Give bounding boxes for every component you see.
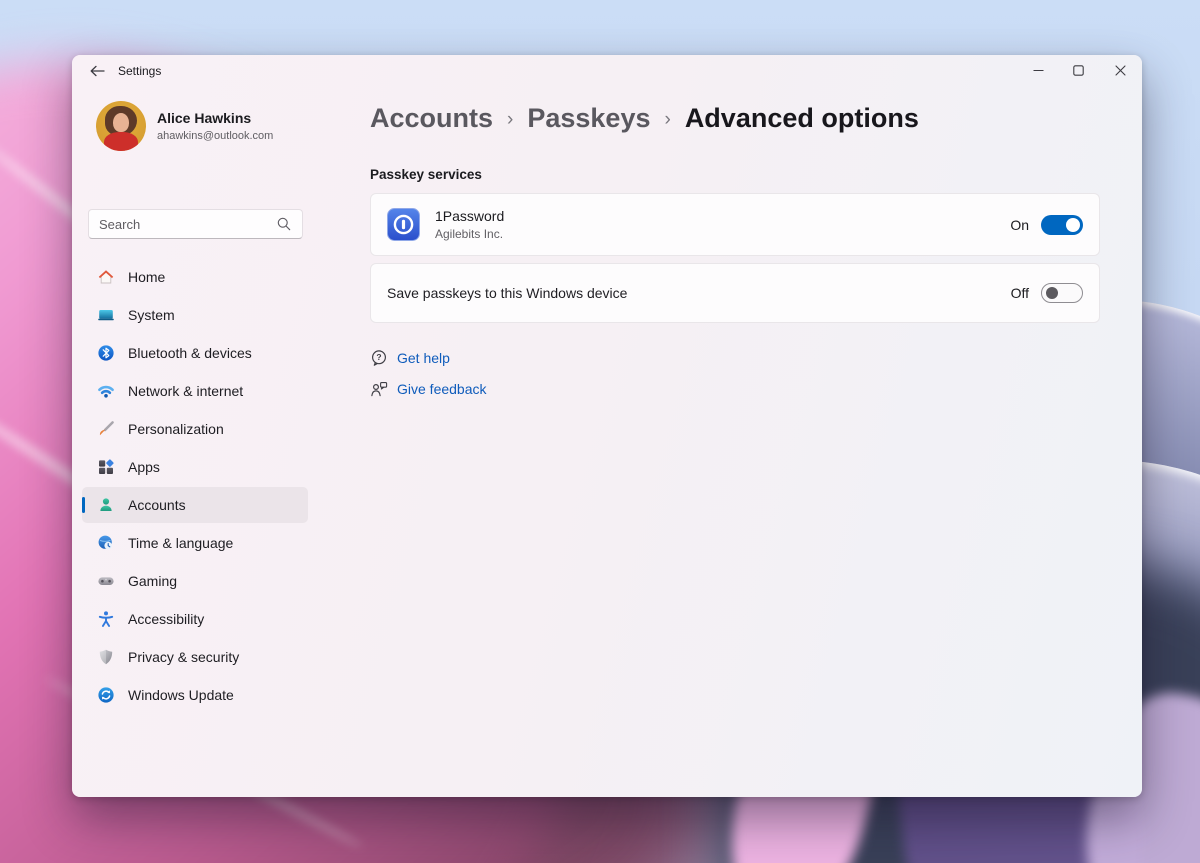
passkey-service-card: 1Password Agilebits Inc. On	[370, 193, 1100, 256]
toggle-state-label: Off	[1010, 285, 1029, 301]
sidebar-item-home[interactable]: Home	[82, 259, 308, 295]
sidebar-item-time-language[interactable]: Time & language	[82, 525, 308, 561]
sidebar-item-network-internet[interactable]: Network & internet	[82, 373, 308, 409]
sidebar-item-label: Time & language	[128, 535, 234, 551]
sidebar-item-bluetooth-devices[interactable]: Bluetooth & devices	[82, 335, 308, 371]
save-passkeys-label: Save passkeys to this Windows device	[387, 285, 628, 301]
window-title: Settings	[118, 64, 162, 78]
sidebar-nav: Home System Bluetooth & devices Network …	[82, 259, 308, 715]
breadcrumb-passkeys[interactable]: Passkeys	[527, 103, 650, 134]
app-publisher: Agilebits Inc.	[435, 227, 504, 241]
sidebar-item-apps[interactable]: Apps	[82, 449, 308, 485]
sidebar-item-privacy-security[interactable]: Privacy & security	[82, 639, 308, 675]
sidebar-item-system[interactable]: System	[82, 297, 308, 333]
network-icon	[98, 385, 114, 398]
breadcrumb-advanced-options: Advanced options	[684, 103, 919, 133]
search-box	[88, 209, 303, 239]
save-passkeys-toggle[interactable]	[1041, 283, 1083, 303]
user-profile[interactable]: Alice Hawkins ahawkins@outlook.com	[96, 101, 273, 151]
apps-icon	[99, 459, 114, 474]
user-email: ahawkins@outlook.com	[157, 130, 274, 142]
sidebar-item-windows-update[interactable]: Windows Update	[82, 677, 308, 713]
gaming-icon	[98, 577, 114, 585]
chevron-right-icon: ›	[664, 108, 671, 130]
settings-window: Settings Alice Hawkins ahawkins@outlook.…	[72, 55, 1142, 797]
give-feedback-label: Give feedback	[397, 381, 487, 397]
toggle-state-label: On	[1010, 216, 1029, 233]
breadcrumb: Accounts › Passkeys › Advanced options	[370, 103, 919, 134]
privacy-security-icon	[99, 649, 113, 665]
app-name: 1Password	[435, 208, 505, 224]
back-button[interactable]	[82, 59, 112, 83]
get-help-link[interactable]: ? Get help	[370, 346, 487, 370]
sidebar-item-label: Home	[128, 269, 166, 285]
user-name: Alice Hawkins	[157, 110, 252, 126]
give-feedback-link[interactable]: Give feedback	[370, 377, 487, 401]
bluetooth-icon	[98, 345, 114, 361]
breadcrumb-accounts[interactable]: Accounts	[370, 103, 493, 134]
accounts-icon	[100, 498, 112, 511]
sidebar-item-label: System	[128, 307, 175, 323]
sidebar: Alice Hawkins ahawkins@outlook.com Home	[72, 87, 310, 797]
toggle-knob	[1046, 287, 1058, 299]
system-icon	[98, 310, 114, 321]
sidebar-item-accessibility[interactable]: Accessibility	[82, 601, 308, 637]
toggle-knob	[1066, 217, 1080, 232]
sidebar-item-label: Personalization	[128, 421, 224, 437]
home-icon	[98, 270, 114, 284]
sidebar-item-label: Accessibility	[128, 611, 205, 627]
section-label: Passkey services	[370, 167, 482, 182]
svg-text:?: ?	[376, 352, 381, 362]
sidebar-item-label: Network & internet	[128, 383, 244, 399]
sidebar-item-personalization[interactable]: Personalization	[82, 411, 308, 447]
help-bubble-icon: ?	[371, 350, 387, 366]
back-arrow-icon	[90, 65, 105, 77]
sidebar-item-label: Gaming	[128, 573, 178, 589]
sidebar-item-label: Bluetooth & devices	[128, 345, 252, 361]
sidebar-item-label: Windows Update	[128, 687, 234, 703]
accessibility-icon	[98, 611, 114, 627]
time-language-icon	[98, 535, 112, 550]
sidebar-item-gaming[interactable]: Gaming	[82, 563, 308, 599]
sidebar-item-label: Accounts	[128, 497, 186, 513]
avatar	[96, 101, 146, 151]
selected-indicator	[82, 497, 85, 513]
search-icon	[277, 217, 291, 231]
sidebar-item-label: Apps	[128, 459, 160, 475]
sidebar-item-label: Privacy & security	[128, 649, 240, 665]
chevron-right-icon: ›	[507, 108, 514, 130]
sidebar-item-accounts[interactable]: Accounts	[82, 487, 308, 523]
windows-update-icon	[98, 687, 114, 703]
main-content: Accounts › Passkeys › Advanced options P…	[370, 55, 1100, 797]
help-links: ? Get help Give feedback	[370, 346, 487, 408]
close-button[interactable]	[1098, 55, 1142, 85]
feedback-person-icon	[371, 382, 388, 397]
save-passkeys-card: Save passkeys to this Windows device Off	[370, 263, 1100, 323]
close-icon	[1114, 64, 1126, 76]
personalization-icon	[99, 421, 114, 436]
onepassword-toggle[interactable]	[1041, 214, 1083, 235]
onepassword-app-icon	[387, 208, 420, 241]
search-input[interactable]	[99, 216, 276, 232]
get-help-label: Get help	[397, 350, 450, 366]
